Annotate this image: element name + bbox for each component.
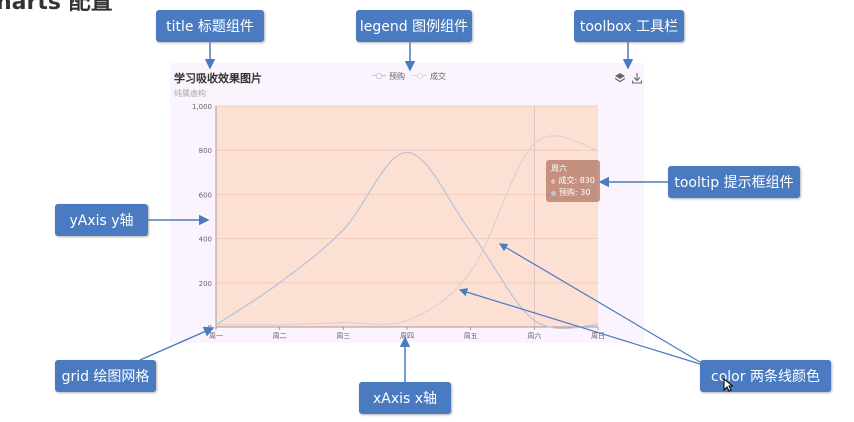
arrow-grid bbox=[139, 326, 215, 361]
callout-arrows bbox=[139, 42, 701, 382]
arrow-color-2 bbox=[458, 288, 701, 365]
mouse-cursor-icon bbox=[723, 378, 733, 392]
arrow-color-1 bbox=[498, 243, 701, 363]
